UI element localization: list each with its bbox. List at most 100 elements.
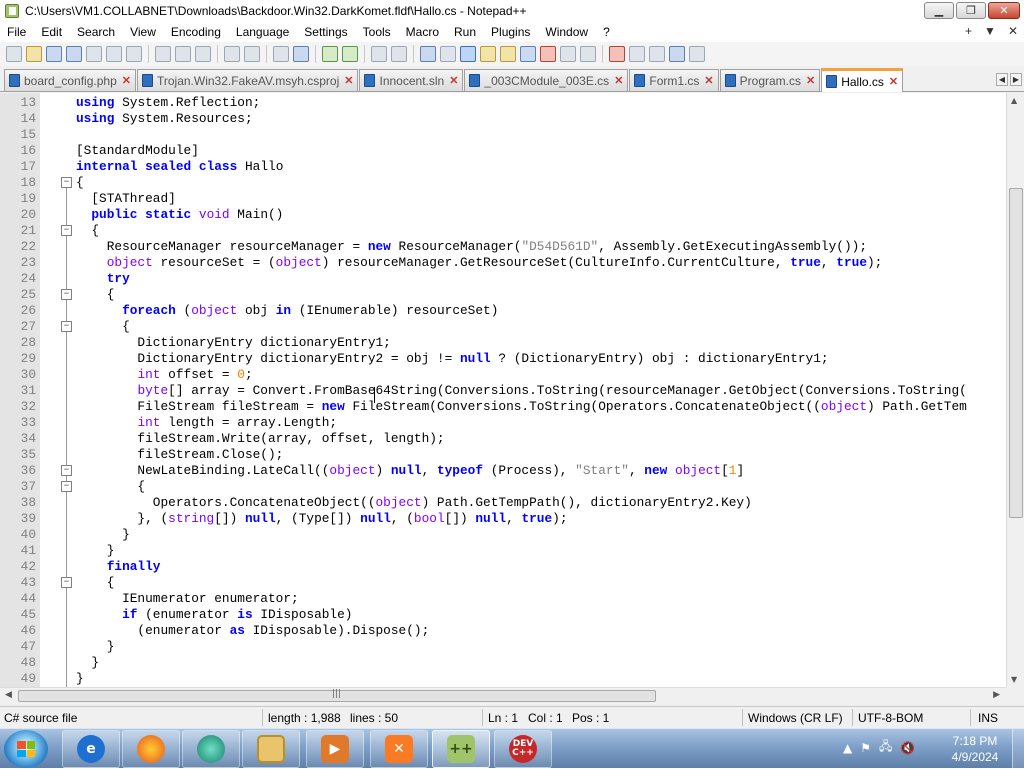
taskbar-media-player[interactable]: ▶ xyxy=(306,730,364,768)
code-line[interactable]: 48 } xyxy=(0,655,1004,671)
menu-edit[interactable]: Edit xyxy=(34,25,70,39)
paste-icon[interactable] xyxy=(195,46,211,62)
code-line[interactable]: 36 − NewLateBinding.LateCall((object) nul… xyxy=(0,463,1004,479)
show-all-chars-icon[interactable] xyxy=(440,46,456,62)
code-line[interactable]: 16 [StandardModule] xyxy=(0,143,1004,159)
tab-close-icon[interactable]: ✕ xyxy=(449,74,458,87)
code-line[interactable]: 26 foreach (object obj in (IEnumerable) … xyxy=(0,303,1004,319)
play-macro-icon[interactable] xyxy=(649,46,665,62)
code-line[interactable]: 22 ResourceManager resourceManager = new… xyxy=(0,239,1004,255)
close-all-icon[interactable] xyxy=(106,46,122,62)
close-button[interactable]: ✕ xyxy=(988,2,1020,19)
sync-horizontal-icon[interactable] xyxy=(391,46,407,62)
code-line[interactable]: 21 − { xyxy=(0,223,1004,239)
menu-encoding[interactable]: Encoding xyxy=(164,25,229,39)
tab-close-icon[interactable]: ✕ xyxy=(889,75,898,88)
code-line[interactable]: 30 int offset = 0; xyxy=(0,367,1004,383)
code-line[interactable]: 40 } xyxy=(0,527,1004,543)
network-icon[interactable]: 🖧 xyxy=(879,737,892,758)
tab-program-cs[interactable]: Program.cs ✕ xyxy=(719,69,821,91)
monitoring-icon[interactable] xyxy=(580,46,596,62)
code-line[interactable]: 31 byte[] array = Convert.FromBase64Stri… xyxy=(0,383,1004,399)
save-icon[interactable] xyxy=(46,46,62,62)
notepadpp-app-icon[interactable] xyxy=(5,4,19,18)
code-line[interactable]: 17 internal sealed class Hallo xyxy=(0,159,1004,175)
taskbar-xampp[interactable]: ✕ xyxy=(370,730,428,768)
menu-run[interactable]: Run xyxy=(447,25,484,39)
code-line[interactable]: 23 object resourceSet = (object) resourc… xyxy=(0,255,1004,271)
tab-form1-cs[interactable]: Form1.cs ✕ xyxy=(629,69,719,91)
sync-vertical-icon[interactable] xyxy=(371,46,387,62)
menu-settings[interactable]: Settings xyxy=(297,25,355,39)
tab-scroll-right-icon[interactable]: ▶ xyxy=(1010,73,1022,86)
code-line[interactable]: 39 }, (string[]) null, (Type[]) null, (b… xyxy=(0,511,1004,527)
status-encoding[interactable]: UTF-8-BOM xyxy=(858,711,923,725)
restore-button[interactable]: ❐ xyxy=(956,2,986,19)
word-wrap-icon[interactable] xyxy=(420,46,436,62)
print-icon[interactable] xyxy=(126,46,142,62)
menu-view[interactable]: View xyxy=(123,25,164,39)
code-editor[interactable]: 13 using System.Reflection; 14 using System… xyxy=(0,93,1024,687)
folder-as-workspace-icon[interactable] xyxy=(560,46,576,62)
code-line[interactable]: 45 if (enumerator is IDisposable) xyxy=(0,607,1004,623)
scroll-left-icon[interactable]: ◀ xyxy=(5,690,12,700)
replace-icon[interactable] xyxy=(293,46,309,62)
zoom-out-icon[interactable] xyxy=(342,46,358,62)
status-insert-mode[interactable]: INS xyxy=(978,711,998,725)
code-line[interactable]: 37 − { xyxy=(0,479,1004,495)
new-tab-plus-button[interactable]: + xyxy=(965,24,972,38)
vertical-scrollbar[interactable]: ▲ ▼ xyxy=(1006,93,1024,687)
code-line[interactable]: 44 IEnumerator enumerator; xyxy=(0,591,1004,607)
action-center-flag-icon[interactable]: ⚑ xyxy=(860,741,871,755)
menu-tools[interactable]: Tools xyxy=(356,25,399,39)
code-line[interactable]: 38 Operators.ConcatenateObject((object) … xyxy=(0,495,1004,511)
code-line[interactable]: 28 DictionaryEntry dictionaryEntry1; xyxy=(0,335,1004,351)
code-line[interactable]: 14 using System.Resources; xyxy=(0,111,1004,127)
user-defined-language-icon[interactable] xyxy=(480,46,496,62)
code-line[interactable]: 33 int length = array.Length; xyxy=(0,415,1004,431)
fold-collapse-icon[interactable]: − xyxy=(61,177,72,188)
function-list-icon[interactable] xyxy=(540,46,556,62)
code-line[interactable]: 25 − { xyxy=(0,287,1004,303)
menu-macro[interactable]: Macro xyxy=(399,25,447,39)
title-bar[interactable]: C:\Users\VM1.COLLABNET\Downloads\Backdoo… xyxy=(0,0,1024,22)
menu-file[interactable]: File xyxy=(0,25,34,39)
undo-icon[interactable] xyxy=(224,46,240,62)
code-line[interactable]: 29 DictionaryEntry dictionaryEntry2 = ob… xyxy=(0,351,1004,367)
scroll-right-icon[interactable]: ▶ xyxy=(993,690,1000,700)
code-line[interactable]: 20 public static void Main() xyxy=(0,207,1004,223)
fold-collapse-icon[interactable]: − xyxy=(61,465,72,476)
volume-muted-icon[interactable]: 🔇 xyxy=(900,741,915,755)
fold-collapse-icon[interactable]: − xyxy=(61,481,72,492)
record-macro-icon[interactable] xyxy=(609,46,625,62)
taskbar-clock[interactable]: 7:18 PM 4/9/2024 xyxy=(944,733,1006,765)
scroll-down-icon[interactable]: ▼ xyxy=(1011,675,1017,684)
show-desktop-button[interactable] xyxy=(1012,729,1024,769)
tab-trojan-csproj[interactable]: Trojan.Win32.FakeAV.msyh.csproj ✕ xyxy=(136,69,359,91)
code-line[interactable]: 46 (enumerator as IDisposable).Dispose()… xyxy=(0,623,1004,639)
taskbar-windows-explorer[interactable] xyxy=(242,730,300,768)
menu-plugins[interactable]: Plugins xyxy=(484,25,538,39)
menu-window[interactable]: Window xyxy=(538,25,596,39)
code-line[interactable]: 41 } xyxy=(0,543,1004,559)
copy-icon[interactable] xyxy=(175,46,191,62)
code-line[interactable]: 24 try xyxy=(0,271,1004,287)
menu-help[interactable]: ? xyxy=(596,25,618,39)
code-line[interactable]: 13 using System.Reflection; xyxy=(0,95,1004,111)
tab-board-config[interactable]: board_config.php ✕ xyxy=(4,69,136,91)
code-line[interactable]: 18 −{ xyxy=(0,175,1004,191)
tab-scroll-left-icon[interactable]: ◀ xyxy=(996,73,1008,86)
tab-innocent-sln[interactable]: Innocent.sln ✕ xyxy=(359,69,464,91)
taskbar-devcpp[interactable]: DEV C++ xyxy=(494,730,552,768)
minimize-button[interactable]: ▁ xyxy=(924,2,954,19)
taskbar-unknown-app[interactable] xyxy=(182,730,240,768)
horizontal-scrollbar[interactable]: ◀ ||| ▶ xyxy=(0,687,1006,704)
taskbar-notepadpp[interactable]: ++ xyxy=(432,730,490,768)
new-file-icon[interactable] xyxy=(6,46,22,62)
tab-close-icon[interactable]: ✕ xyxy=(614,74,623,87)
fold-collapse-icon[interactable]: − xyxy=(61,577,72,588)
save-all-icon[interactable] xyxy=(66,46,82,62)
code-line[interactable]: 15 xyxy=(0,127,1004,143)
fold-collapse-icon[interactable]: − xyxy=(61,321,72,332)
tab-close-icon[interactable]: ✕ xyxy=(122,74,131,87)
